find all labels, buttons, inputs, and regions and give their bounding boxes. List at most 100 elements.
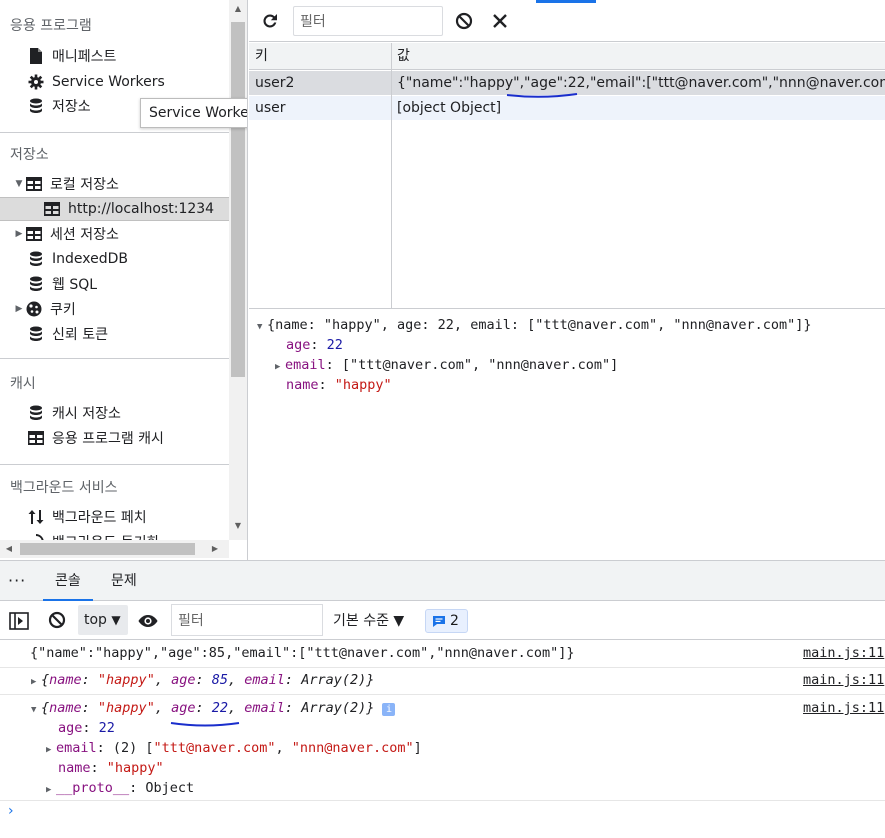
- column-header-key[interactable]: 키: [255, 44, 268, 68]
- storage-view: 키 값 user2 {"name":"happy","age":22,"emai…: [249, 0, 885, 560]
- console-filter-input[interactable]: [171, 604, 323, 636]
- property-line: name: "happy": [58, 760, 164, 776]
- eye-icon[interactable]: [138, 613, 158, 633]
- clear-all-button[interactable]: [453, 10, 475, 32]
- property-value: 85: [211, 672, 229, 688]
- refresh-button[interactable]: [259, 10, 281, 32]
- scroll-up-icon[interactable]: ▲: [229, 2, 247, 16]
- sidebar-item-label: 응용 프로그램 캐시: [52, 431, 164, 447]
- up-down-arrows-icon: [28, 509, 44, 525]
- preview-summary: {name: "happy", age: 22, email: ["ttt@na…: [267, 317, 812, 333]
- sidebar: 응용 프로그램 매니페스트 Service Workers 저장소 저장소 ▼ …: [0, 0, 248, 560]
- scroll-left-icon[interactable]: ◀: [2, 540, 16, 558]
- sidebar-item-cookies[interactable]: ▶ 쿠키: [0, 297, 229, 321]
- tab-issues[interactable]: 문제: [111, 561, 137, 601]
- scrollbar-thumb[interactable]: [231, 22, 245, 377]
- log-message[interactable]: {"name":"happy","age":85,"email":["ttt@n…: [30, 645, 575, 661]
- property-value: 22: [326, 337, 343, 353]
- block-icon: [455, 12, 473, 30]
- source-link[interactable]: main.js:11: [803, 672, 884, 688]
- property-value: "happy": [97, 672, 155, 688]
- value-cell[interactable]: [object Object]: [397, 96, 501, 120]
- sidebar-item-service-workers[interactable]: Service Workers: [0, 70, 229, 94]
- sidebar-horizontal-scrollbar[interactable]: ◀ ▶: [0, 540, 229, 558]
- table-icon: [44, 201, 60, 217]
- sidebar-item-background-fetch[interactable]: 백그라운드 페치: [0, 505, 229, 529]
- key-cell[interactable]: user2: [255, 71, 294, 95]
- sidebar-item-label: 웹 SQL: [52, 277, 98, 293]
- property-line[interactable]: ▶ __proto__: Object: [46, 780, 194, 796]
- log-message[interactable]: ▶ {name: "happy", age: 85, email: Array(2…: [31, 672, 374, 688]
- database-icon: [28, 405, 44, 421]
- property-line[interactable]: ▶ email: (2) ["ttt@naver.com", "nnn@naver…: [46, 740, 422, 756]
- key-cell[interactable]: user: [255, 96, 286, 120]
- clear-console-icon[interactable]: [48, 611, 66, 633]
- property-value: "happy": [334, 377, 392, 393]
- expand-down-icon[interactable]: ▼: [31, 705, 41, 715]
- context-selector[interactable]: top ▼: [78, 605, 128, 635]
- scroll-down-icon[interactable]: ▼: [229, 519, 247, 533]
- sidebar-item-localhost[interactable]: http://localhost:1234: [0, 197, 229, 221]
- sidebar-item-label: http://localhost:1234: [68, 201, 215, 217]
- divider: [0, 132, 229, 133]
- database-icon: [28, 251, 44, 267]
- expand-down-icon[interactable]: ▼: [257, 317, 267, 337]
- database-icon: [28, 276, 44, 292]
- column-divider[interactable]: [391, 43, 392, 309]
- refresh-icon: [263, 14, 277, 28]
- sidebar-toggle-icon[interactable]: [9, 612, 29, 634]
- tooltip: Service Workers: [140, 98, 247, 128]
- gear-icon: [28, 74, 44, 90]
- sidebar-item-manifest[interactable]: 매니페스트: [0, 44, 229, 68]
- sidebar-item-trust-tokens[interactable]: 신뢰 토큰: [0, 322, 229, 346]
- tab-console[interactable]: 콘솔: [43, 561, 93, 601]
- sidebar-item-indexeddb[interactable]: IndexedDB: [0, 247, 229, 271]
- expand-right-icon[interactable]: ▶: [12, 304, 26, 314]
- issues-badge[interactable]: 2: [425, 609, 468, 633]
- storage-filter-input[interactable]: [293, 6, 443, 36]
- log-message[interactable]: ▼ {name: "happy", age: 22, email: Array(2…: [31, 700, 396, 716]
- info-icon[interactable]: i: [382, 703, 396, 716]
- source-link[interactable]: main.js:11: [803, 700, 884, 716]
- section-title-application: 응용 프로그램: [10, 18, 92, 34]
- console-prompt[interactable]: ›: [8, 803, 14, 819]
- table-icon: [26, 226, 42, 242]
- property-value: 22: [98, 720, 115, 736]
- delete-selected-button[interactable]: [489, 10, 511, 32]
- context-label: top: [84, 612, 107, 628]
- property-value: (2) [: [112, 740, 154, 756]
- expand-right-icon[interactable]: ▶: [275, 357, 285, 377]
- scrollbar-thumb[interactable]: [20, 543, 195, 555]
- sidebar-item-label: 저장소: [52, 99, 91, 115]
- table-row[interactable]: user [object Object]: [249, 96, 885, 120]
- expand-right-icon[interactable]: ▶: [46, 745, 56, 755]
- sidebar-item-session-storage[interactable]: ▶ 세션 저장소: [0, 222, 229, 246]
- storage-toolbar: [249, 0, 885, 42]
- column-header-value[interactable]: 값: [397, 44, 410, 68]
- source-link[interactable]: main.js:11: [803, 645, 884, 661]
- property-value: "happy": [106, 760, 164, 776]
- expand-right-icon[interactable]: ▶: [46, 785, 56, 795]
- divider: [0, 694, 885, 695]
- sidebar-item-background-sync[interactable]: 백그라운드 동기화: [0, 530, 229, 540]
- expand-down-icon[interactable]: ▼: [12, 179, 26, 189]
- sidebar-item-web-sql[interactable]: 웹 SQL: [0, 272, 229, 296]
- scroll-right-icon[interactable]: ▶: [208, 540, 222, 558]
- divider: [0, 464, 229, 465]
- expand-right-icon[interactable]: ▶: [12, 229, 26, 239]
- expand-right-icon[interactable]: ▶: [31, 677, 41, 687]
- sidebar-item-local-storage[interactable]: ▼ 로컬 저장소: [0, 172, 229, 196]
- sidebar-item-app-cache[interactable]: 응용 프로그램 캐시: [0, 426, 229, 450]
- log-levels-dropdown[interactable]: 기본 수준 ▼: [333, 602, 404, 640]
- preview-property[interactable]: ▶ email: ["ttt@naver.com", "nnn@naver.com…: [275, 355, 618, 377]
- preview-summary-line[interactable]: ▼ {name: "happy", age: 22, email: ["ttt@n…: [257, 315, 812, 337]
- sidebar-item-cache-storage[interactable]: 캐시 저장소: [0, 401, 229, 425]
- more-tabs-icon[interactable]: ···: [8, 561, 26, 601]
- sidebar-item-label: 매니페스트: [52, 49, 117, 65]
- section-title-storage: 저장소: [10, 147, 49, 163]
- sidebar-vertical-scrollbar[interactable]: ▲ ▼: [229, 0, 247, 540]
- drawer: ··· 콘솔 문제 top ▼ 기본 수준 ▼ 2: [0, 560, 885, 838]
- database-icon: [28, 98, 44, 114]
- sidebar-item-label: 세션 저장소: [50, 227, 119, 243]
- value-cell[interactable]: {"name":"happy","age":22,"email":["ttt@n…: [397, 71, 885, 95]
